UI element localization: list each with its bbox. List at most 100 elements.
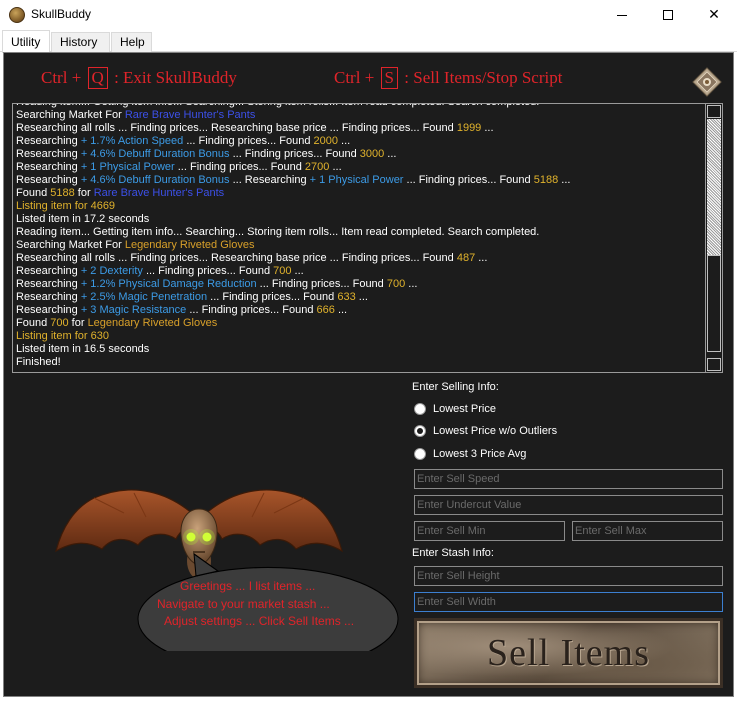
close-icon: ✕	[708, 7, 720, 23]
log-line: Researching all rolls ... Finding prices…	[16, 252, 706, 265]
sell-height-input[interactable]	[414, 566, 723, 586]
sell-items-button[interactable]: Sell Items	[414, 618, 723, 688]
log-segment: ...	[475, 252, 488, 264]
log-segment: for	[74, 187, 94, 199]
log-segment: Reading item... Getting item info... Sea…	[16, 104, 539, 108]
log-segment: + 4.6% Debuff Duration Bonus	[80, 148, 230, 160]
exit-hotkey-hint: Ctrl + Q : Exit SkullBuddy	[41, 67, 237, 89]
log-segment: Researching all rolls ... Finding prices…	[16, 122, 457, 134]
log-segment: Listing item for 4669	[16, 200, 116, 212]
log-segment: Found	[16, 187, 51, 199]
log-segment: Researching	[16, 135, 81, 147]
sell-max-input[interactable]	[572, 521, 723, 541]
log-segment: + 1 Physical Power	[80, 161, 175, 173]
log-segment: + 1.7% Action Speed	[80, 135, 184, 147]
log-line: Researching + 2 Dexterity ... Finding pr…	[16, 265, 706, 278]
log-segment: Listing item for 630	[16, 330, 109, 342]
log-segment: 487	[456, 252, 476, 264]
close-button[interactable]: ✕	[691, 0, 737, 30]
log-segment: + 3 Magic Resistance	[80, 304, 187, 316]
log-segment: 2000	[313, 135, 338, 147]
log-segment: ... Researching	[229, 174, 310, 186]
lowest-3-avg-radio[interactable]	[414, 448, 426, 460]
log-line: Finished!	[16, 356, 706, 369]
log-segment: Rare Brave Hunter's Pants	[124, 109, 256, 121]
log-segment: + 2.5% Magic Penetration	[80, 291, 208, 303]
log-segment: Researching all rolls ... Finding prices…	[16, 252, 457, 264]
maximize-icon	[663, 10, 673, 20]
log-segment: Researching	[16, 291, 81, 303]
log-line: Listing item for 4669	[16, 200, 706, 213]
log-segment: ...	[334, 304, 348, 316]
log-content: Reading item... Getting item info... Sea…	[16, 104, 706, 369]
log-segment: + 2 Dexterity	[80, 265, 143, 277]
log-segment: Finished!	[16, 356, 61, 368]
log-scrollbar[interactable]	[705, 104, 722, 372]
log-line: Researching all rolls ... Finding prices…	[16, 122, 706, 135]
lowest-price-no-outliers-radio[interactable]	[414, 425, 426, 437]
lowest-price-radio[interactable]	[414, 403, 426, 415]
sell-min-input[interactable]	[414, 521, 565, 541]
exit-key-box: Q	[87, 67, 108, 89]
log-segment: + 1.2% Physical Damage Reduction	[80, 278, 257, 290]
exit-hotkey-label: : Exit SkullBuddy	[114, 68, 237, 87]
title-bar: SkullBuddy ✕	[0, 0, 737, 30]
log-segment: Researching	[16, 278, 81, 290]
log-segment: ...	[481, 122, 494, 134]
tab-history[interactable]: History	[51, 32, 110, 52]
scroll-down-button[interactable]	[707, 358, 721, 371]
scroll-track[interactable]	[707, 119, 721, 255]
scroll-up-button[interactable]	[707, 105, 721, 118]
bubble-line-1: Greetings ... I list items ...	[180, 579, 316, 593]
log-line: Listed item in 16.5 seconds	[16, 343, 706, 356]
log-segment: 700	[50, 317, 69, 329]
sell-hotkey-label: : Sell Items/Stop Script	[404, 68, 563, 87]
option-lowest-price-no-outliers[interactable]: Lowest Price w/o Outliers	[414, 422, 557, 440]
tab-help[interactable]: Help	[111, 32, 152, 52]
log-segment: ... Finding prices... Found	[256, 278, 387, 290]
sell-width-input[interactable]	[414, 592, 723, 612]
log-segment: Listed item in 16.5 seconds	[16, 343, 150, 355]
scroll-thumb[interactable]	[707, 255, 721, 352]
lowest-price-no-outliers-label: Lowest Price w/o Outliers	[433, 425, 558, 437]
skull-app-icon	[9, 7, 25, 23]
log-segment: 700	[273, 265, 292, 277]
activity-log[interactable]: Reading item... Getting item info... Sea…	[12, 103, 723, 373]
minimize-icon	[617, 14, 627, 16]
log-segment: ... Finding prices... Found	[403, 174, 534, 186]
sell-key-box: S	[380, 67, 399, 89]
log-segment: Searching Market For	[16, 239, 125, 251]
undercut-value-input[interactable]	[414, 495, 723, 515]
log-segment: ... Finding prices... Found	[229, 148, 360, 160]
log-segment: 5188	[533, 174, 559, 186]
log-line: Found 5188 for Rare Brave Hunter's Pants	[16, 187, 706, 200]
maximize-button[interactable]	[645, 0, 691, 30]
minimize-button[interactable]	[599, 0, 645, 30]
lowest-3-avg-label: Lowest 3 Price Avg	[433, 448, 527, 460]
tab-utility[interactable]: Utility	[2, 30, 50, 53]
sell-speed-input[interactable]	[414, 469, 723, 489]
option-lowest-3-avg[interactable]: Lowest 3 Price Avg	[414, 445, 526, 463]
window-title: SkullBuddy	[31, 7, 92, 21]
log-segment: 700	[386, 278, 406, 290]
log-line: Listed item in 17.2 seconds	[16, 213, 706, 226]
log-segment: for	[68, 317, 88, 329]
sell-ctrl-label: Ctrl +	[334, 68, 375, 87]
log-segment: 666	[316, 304, 335, 316]
log-segment: Listed item in 17.2 seconds	[16, 213, 150, 225]
log-segment: Researching	[16, 161, 81, 173]
sell-items-label: Sell Items	[486, 632, 651, 674]
selling-info-heading: Enter Selling Info:	[412, 381, 499, 393]
log-segment: ...	[291, 265, 304, 277]
log-segment: Researching	[16, 265, 81, 277]
log-line: Researching + 1.7% Action Speed ... Find…	[16, 135, 706, 148]
log-segment: Rare Brave Hunter's Pants	[93, 187, 225, 199]
log-segment: ... Finding prices... Found	[207, 291, 338, 303]
log-segment: ... Finding prices... Found	[183, 135, 314, 147]
log-segment: Found	[16, 317, 51, 329]
log-segment: 5188	[50, 187, 75, 199]
log-segment: ... Finding prices... Found	[186, 304, 317, 316]
bubble-line-3: Adjust settings ... Click Sell Items ...	[164, 614, 355, 628]
log-line: Searching Market For Rare Brave Hunter's…	[16, 109, 706, 122]
option-lowest-price[interactable]: Lowest Price	[414, 400, 496, 418]
